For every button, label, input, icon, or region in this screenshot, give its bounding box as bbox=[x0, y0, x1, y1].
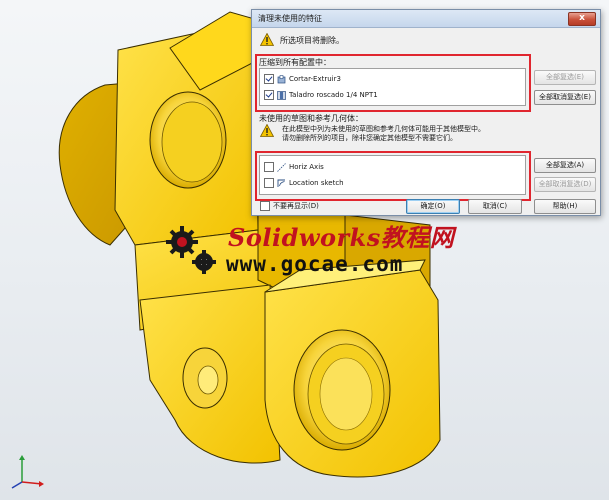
list-item[interactable]: Horiz Axis bbox=[264, 161, 324, 173]
close-button[interactable]: x bbox=[568, 12, 596, 26]
section2-list[interactable]: Horiz Axis Location sketch bbox=[259, 155, 526, 195]
warning-icon bbox=[260, 33, 274, 46]
warning-icon bbox=[260, 124, 274, 137]
section1-deselect-all-button[interactable]: 全部取消复选(E) bbox=[534, 90, 596, 105]
axis-icon bbox=[277, 162, 286, 172]
item-label: Horiz Axis bbox=[289, 163, 324, 171]
sketch-icon bbox=[277, 179, 285, 187]
checkbox[interactable] bbox=[264, 162, 274, 172]
item-label: Taladro roscado 1/4 NPT1 bbox=[289, 91, 378, 99]
section1-select-all-button[interactable]: 全部复选(E) bbox=[534, 70, 596, 85]
dont-show-again-checkbox[interactable] bbox=[260, 201, 270, 211]
section1-label: 压缩到所有配置中： bbox=[259, 58, 331, 67]
watermark-gear-icon bbox=[162, 222, 220, 278]
section2-deselect-all-button[interactable]: 全部取消复选(D) bbox=[534, 177, 596, 192]
section2-label: 未使用的草图和参考几何体： bbox=[259, 114, 363, 123]
item-label: Location sketch bbox=[289, 179, 344, 187]
section1-list[interactable]: Cortar-Extruir3 Taladro roscado 1/4 NPT1 bbox=[259, 68, 526, 106]
warning-text: 所选项目将删除。 bbox=[280, 36, 344, 45]
cut-extrude-icon bbox=[277, 74, 286, 83]
checkbox[interactable] bbox=[264, 74, 274, 84]
watermark-title: Solidworks教程网 bbox=[228, 223, 455, 252]
cancel-button[interactable]: 取消(C) bbox=[468, 199, 522, 214]
view-orientation-triad-icon bbox=[8, 452, 48, 496]
watermark-url: www.gocae.com bbox=[226, 252, 404, 276]
close-icon: x bbox=[579, 13, 585, 23]
hole-wizard-icon bbox=[277, 90, 286, 100]
item-label: Cortar-Extruir3 bbox=[289, 75, 341, 83]
dialog-titlebar[interactable]: 清理未使用的特征 x bbox=[252, 10, 600, 28]
section2-select-all-button[interactable]: 全部复选(A) bbox=[534, 158, 596, 173]
dont-show-again-option[interactable]: 不要再显示(D) bbox=[260, 200, 319, 212]
section2-note-line2: 请勿删除所列的项目，除非您确定其他模型不需要它们。 bbox=[282, 134, 457, 142]
dialog-title: 清理未使用的特征 bbox=[258, 14, 322, 23]
help-button[interactable]: 帮助(H) bbox=[534, 199, 596, 214]
list-item[interactable]: Cortar-Extruir3 bbox=[264, 73, 341, 85]
list-item[interactable]: Location sketch bbox=[264, 177, 344, 189]
ok-button[interactable]: 确定(O) bbox=[406, 199, 460, 214]
checkbox[interactable] bbox=[264, 90, 274, 100]
dont-show-again-label: 不要再显示(D) bbox=[273, 202, 319, 210]
clean-unused-features-dialog: 清理未使用的特征 x 所选项目将删除。 压缩到所有配置中： Cortar-Ext… bbox=[251, 9, 601, 216]
list-item[interactable]: Taladro roscado 1/4 NPT1 bbox=[264, 89, 378, 101]
checkbox[interactable] bbox=[264, 178, 274, 188]
